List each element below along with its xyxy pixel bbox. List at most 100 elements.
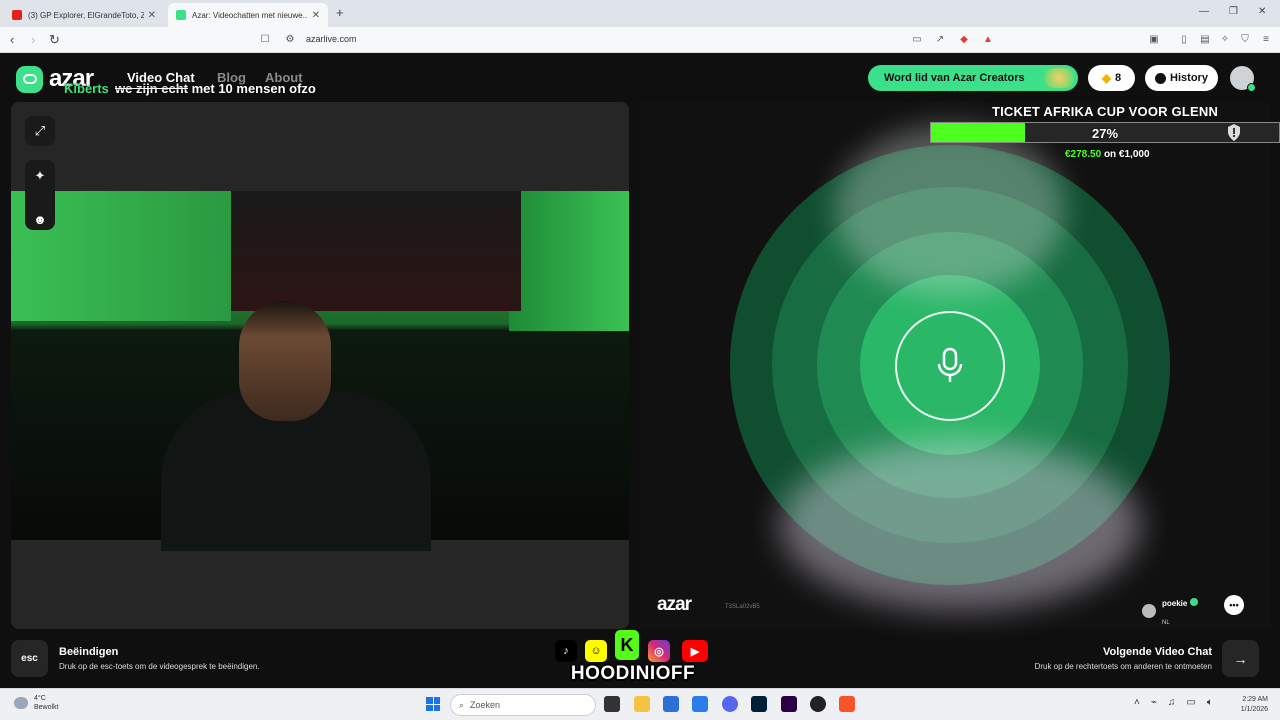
youtube-icon: ▶ bbox=[682, 640, 708, 662]
obs-icon[interactable] bbox=[810, 696, 826, 712]
donation-goal-amount: €278.50 on €1,000 bbox=[1065, 149, 1150, 160]
mic-tray-icon[interactable]: ♫ bbox=[1168, 697, 1176, 708]
goal-target: on €1,000 bbox=[1103, 149, 1150, 160]
goal-current: €278.50 bbox=[1065, 149, 1102, 160]
taskbar-search[interactable]: ⌕ Zoeken bbox=[450, 694, 596, 716]
weather-widget[interactable]: 4°C Bewolkt bbox=[14, 694, 59, 712]
donation-goal-title: TICKET AFRIKA CUP VOOR GLENN bbox=[991, 104, 1219, 119]
youtube-favicon-icon bbox=[12, 10, 22, 20]
close-window-icon[interactable]: ✕ bbox=[1258, 6, 1266, 17]
instagram-icon: ◎ bbox=[648, 640, 670, 662]
clock-icon bbox=[1155, 72, 1167, 84]
gem-count: 8 bbox=[1115, 72, 1122, 84]
sidebar-icon[interactable]: ▯ bbox=[1178, 33, 1190, 45]
bookmark-icon[interactable]: ☐ bbox=[259, 33, 271, 45]
browser-tab-bar: (3) GP Explorer, ElGrandeToto, Zed, L...… bbox=[0, 0, 1280, 27]
minimize-icon[interactable]: — bbox=[1199, 6, 1209, 17]
donation-goal-bar: 27% bbox=[930, 122, 1280, 143]
site-info-icon[interactable]: ⚙ bbox=[284, 33, 296, 45]
forward-icon[interactable]: › bbox=[31, 32, 35, 47]
history-button[interactable]: History bbox=[1145, 65, 1218, 91]
azar-logo-icon bbox=[16, 65, 43, 93]
url-text[interactable]: azarlive.com bbox=[306, 34, 357, 44]
photoshop-icon[interactable] bbox=[751, 696, 767, 712]
premiere-icon[interactable] bbox=[781, 696, 797, 712]
streamer-socials-overlay: ♪ ☺ K ◎ ▶ HOODINIOFF bbox=[553, 630, 713, 686]
end-call-button[interactable]: esc bbox=[11, 640, 48, 677]
brave-shield-icon[interactable]: ◆ bbox=[958, 33, 970, 45]
self-video-panel: ⤢ ✦ ☻ bbox=[11, 102, 629, 629]
cast-icon[interactable]: ▭ bbox=[911, 33, 923, 45]
system-tray: ˄ ⌁ ♫ ▭ 🔈︎ bbox=[1134, 697, 1213, 708]
discord-icon[interactable] bbox=[722, 696, 738, 712]
back-icon[interactable]: ‹ bbox=[10, 32, 14, 47]
verified-icon bbox=[1190, 598, 1199, 606]
edge-icon[interactable] bbox=[692, 696, 708, 712]
streamer-handle: HOODINIOFF bbox=[570, 663, 696, 684]
peer-name: poekie bbox=[1162, 599, 1188, 608]
self-camera-feed bbox=[11, 191, 629, 551]
search-placeholder: Zoeken bbox=[470, 700, 501, 710]
partner-azar-watermark: azar bbox=[657, 594, 692, 615]
expand-icon[interactable]: ⤢ bbox=[25, 116, 55, 146]
azar-favicon-icon bbox=[176, 10, 186, 20]
wallet-icon[interactable]: ▤ bbox=[1199, 33, 1211, 45]
creators-label: Word lid van Azar Creators bbox=[884, 72, 1025, 84]
kick-icon: K bbox=[615, 630, 639, 660]
task-view-icon[interactable] bbox=[604, 696, 620, 712]
vpn-icon[interactable]: ⛉ bbox=[1239, 33, 1251, 45]
close-tab-icon[interactable]: ✕ bbox=[148, 10, 156, 21]
microphone-icon bbox=[895, 311, 1005, 421]
address-bar-row: ‹ › ↻ ☐ ⚙ azarlive.com ▭ ↗ ◆ ▲ ▣ ▯ ▤ ✧ ⛉… bbox=[0, 27, 1280, 53]
chat-bubble-icon[interactable]: ••• bbox=[1224, 595, 1244, 615]
new-tab-button[interactable]: + bbox=[336, 5, 344, 20]
end-call-title: Beëindigen bbox=[59, 646, 119, 658]
leo-icon[interactable]: ✧ bbox=[1219, 33, 1231, 45]
file-explorer-icon[interactable] bbox=[634, 696, 650, 712]
face-filter-icon[interactable]: ☻ bbox=[25, 204, 55, 234]
brave-rewards-icon[interactable]: ▲ bbox=[982, 33, 994, 45]
clock-time: 2:29 AM bbox=[1242, 696, 1268, 703]
maximize-icon[interactable]: ❐ bbox=[1229, 6, 1238, 17]
creators-deco-icon bbox=[1044, 68, 1074, 88]
next-chat-title: Volgende Video Chat bbox=[1103, 646, 1212, 658]
display-icon[interactable]: ▭ bbox=[1186, 697, 1195, 708]
stream-overlay-message: we zijn echt met 10 mensen ofzo bbox=[115, 81, 316, 96]
tab-title: (3) GP Explorer, ElGrandeToto, Zed, L... bbox=[28, 10, 144, 20]
glow-top bbox=[835, 125, 1065, 295]
clock-date: 1/1/2026 bbox=[1240, 706, 1268, 713]
search-icon: ⌕ bbox=[459, 699, 465, 710]
menu-icon[interactable]: ≡ bbox=[1260, 33, 1272, 45]
network-icon[interactable]: ⌁ bbox=[1151, 697, 1157, 708]
gems-button[interactable]: ◆ 8 bbox=[1088, 65, 1135, 91]
gem-icon: ◆ bbox=[1101, 71, 1112, 85]
history-label: History bbox=[1170, 72, 1208, 84]
weather-temp: 4°C bbox=[34, 695, 46, 702]
reload-icon[interactable]: ↻ bbox=[49, 32, 60, 48]
next-chat-arrow-icon[interactable]: → bbox=[1222, 640, 1259, 677]
tiktok-icon: ♪ bbox=[555, 640, 577, 662]
struck-text: we zijn echt bbox=[115, 81, 188, 96]
tab-title: Azar: Videochatten met nieuwe... bbox=[192, 10, 308, 20]
volume-icon[interactable]: 🔈︎ bbox=[1207, 697, 1213, 708]
overlay-message-text: met 10 mensen ofzo bbox=[191, 81, 316, 96]
peer-country: NL bbox=[1162, 620, 1170, 626]
share-icon[interactable]: ↗ bbox=[934, 33, 946, 45]
end-call-description: Druk op de esc-toets om de videogesprek … bbox=[59, 662, 260, 671]
peer-avatar bbox=[1142, 604, 1156, 618]
tab-youtube[interactable]: (3) GP Explorer, ElGrandeToto, Zed, L...… bbox=[4, 3, 164, 27]
screenshot-icon[interactable]: ▣ bbox=[1148, 33, 1160, 45]
profile-avatar[interactable] bbox=[1230, 66, 1256, 92]
taskbar-clock[interactable]: 2:29 AM 1/1/2026 bbox=[1232, 695, 1268, 715]
session-id: T3SLa02vB5 bbox=[725, 604, 760, 610]
close-tab-icon[interactable]: ✕ bbox=[312, 10, 320, 21]
chevron-up-icon[interactable]: ˄ bbox=[1134, 697, 1140, 708]
cloud-icon bbox=[14, 697, 28, 709]
peer-info[interactable]: poekie NL bbox=[1142, 593, 1199, 629]
store-icon[interactable] bbox=[663, 696, 679, 712]
azar-creators-button[interactable]: Word lid van Azar Creators bbox=[868, 65, 1078, 91]
weather-desc: Bewolkt bbox=[34, 704, 59, 711]
windows-start-icon[interactable] bbox=[426, 697, 440, 711]
brave-browser-icon[interactable] bbox=[839, 696, 855, 712]
tab-azar[interactable]: Azar: Videochatten met nieuwe... ✕ bbox=[168, 3, 328, 27]
